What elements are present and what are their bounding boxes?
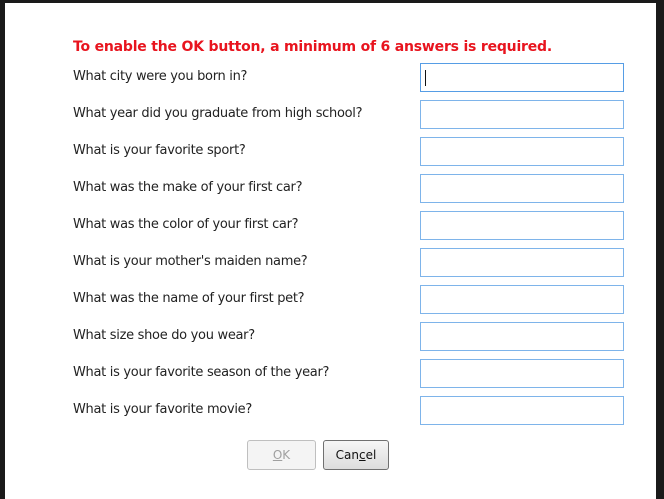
cancel-button[interactable]: Cancel xyxy=(323,440,389,470)
answer-input-favorite-sport[interactable] xyxy=(420,137,624,166)
ok-button-label: OK xyxy=(272,448,291,462)
question-label: What was the name of your first pet? xyxy=(73,291,305,306)
question-row: What year did you graduate from high sch… xyxy=(73,100,629,130)
question-label: What was the make of your first car? xyxy=(73,180,303,195)
answer-input-shoe-size[interactable] xyxy=(420,322,624,351)
answer-input-birth-city[interactable] xyxy=(420,63,624,92)
question-label: What is your favorite movie? xyxy=(73,402,252,417)
question-label: What city were you born in? xyxy=(73,69,248,84)
question-row: What size shoe do you wear? xyxy=(73,322,629,352)
answer-input-mother-maiden-name[interactable] xyxy=(420,248,624,277)
requirement-message: To enable the OK button, a minimum of 6 … xyxy=(73,39,552,55)
cancel-button-label: Cancel xyxy=(335,448,377,462)
text-caret xyxy=(425,70,426,86)
answer-input-first-car-color[interactable] xyxy=(420,211,624,240)
question-label: What is your mother's maiden name? xyxy=(73,254,308,269)
question-row: What was the make of your first car? xyxy=(73,174,629,204)
question-row: What is your favorite movie? xyxy=(73,396,629,426)
answer-input-favorite-season[interactable] xyxy=(420,359,624,388)
answer-input-first-car-make[interactable] xyxy=(420,174,624,203)
answer-input-graduation-year[interactable] xyxy=(420,100,624,129)
question-row: What is your mother's maiden name? xyxy=(73,248,629,278)
ok-button[interactable]: OK xyxy=(247,440,316,470)
question-label: What year did you graduate from high sch… xyxy=(73,106,363,121)
question-label: What was the color of your first car? xyxy=(73,217,299,232)
question-label: What is your favorite season of the year… xyxy=(73,365,330,380)
question-row: What was the name of your first pet? xyxy=(73,285,629,315)
question-row: What was the color of your first car? xyxy=(73,211,629,241)
question-row: What is your favorite sport? xyxy=(73,137,629,167)
question-label: What size shoe do you wear? xyxy=(73,328,255,343)
dialog-window: To enable the OK button, a minimum of 6 … xyxy=(0,0,664,499)
question-row: What is your favorite season of the year… xyxy=(73,359,629,389)
question-row: What city were you born in? xyxy=(73,63,629,93)
question-label: What is your favorite sport? xyxy=(73,143,246,158)
answer-input-first-pet-name[interactable] xyxy=(420,285,624,314)
answer-input-favorite-movie[interactable] xyxy=(420,396,624,425)
